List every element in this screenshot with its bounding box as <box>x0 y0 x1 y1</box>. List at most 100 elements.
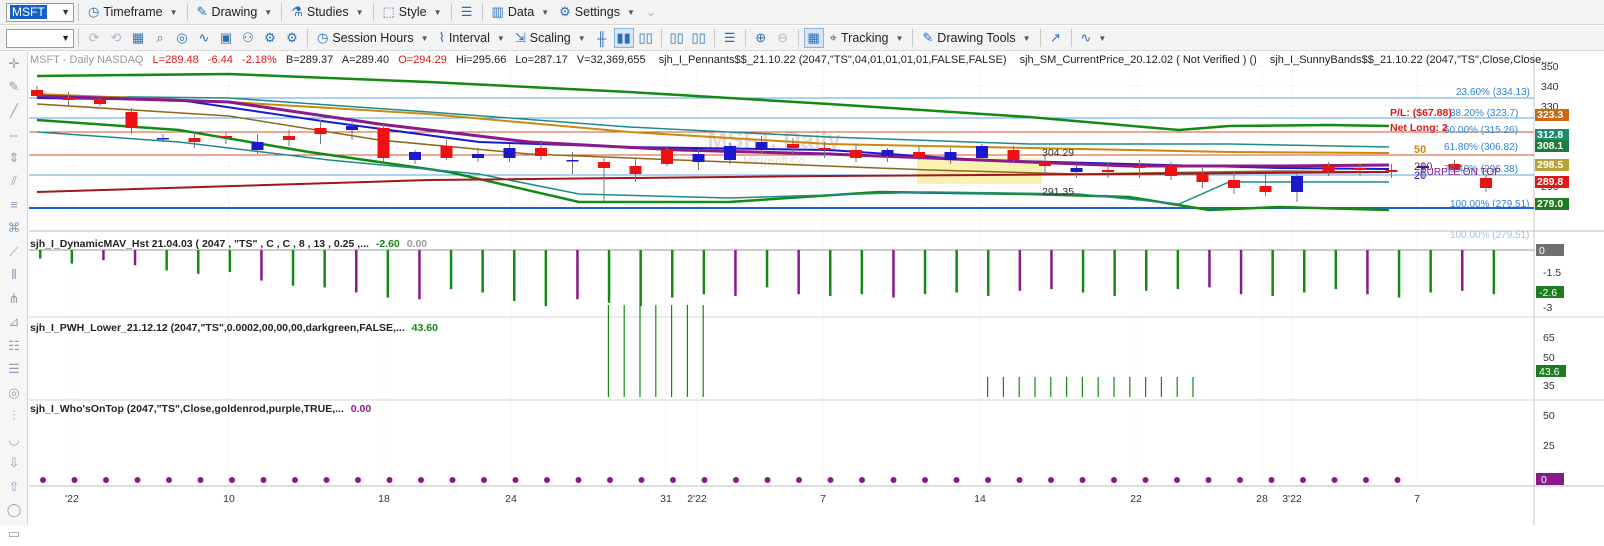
vertical-line-icon[interactable]: ⇕ <box>0 146 28 170</box>
fork-icon[interactable]: ⋔ <box>0 287 28 311</box>
drawing-button[interactable]: ✎ Drawing ▼ <box>192 2 278 23</box>
symbol-value: MSFT <box>10 5 47 19</box>
target-icon[interactable]: ◎ <box>172 28 192 48</box>
candle-body <box>1039 162 1051 166</box>
whos-on-top-dot <box>103 477 109 483</box>
refresh-icon[interactable]: ⟳ <box>84 28 104 48</box>
histogram-bar <box>1050 250 1053 290</box>
link-icon[interactable]: ⟲ <box>106 28 126 48</box>
candlestick-icon[interactable]: ▮▮ <box>613 28 634 48</box>
bar-style-icon[interactable]: ╫ <box>592 28 612 48</box>
candle-body <box>913 152 925 158</box>
chevron-down-icon: ▼ <box>355 7 364 17</box>
tracking-button[interactable]: ⌖ Tracking ▼ <box>825 28 909 49</box>
histogram-bar <box>639 250 642 307</box>
indicator-menu-button[interactable]: ∿ ▼ <box>1076 28 1112 49</box>
date-tick: 28 <box>1256 493 1268 505</box>
trend-icon[interactable]: ↗ <box>1046 28 1066 48</box>
pencil-icon[interactable]: ✎ <box>0 76 28 100</box>
stack-icon[interactable]: ☷ <box>0 334 28 358</box>
drawing-tools-label: Drawing Tools <box>937 31 1016 45</box>
settings-button[interactable]: ⚙ Settings ▼ <box>554 2 640 23</box>
hollow-candle-icon[interactable]: ▯▯ <box>636 28 656 48</box>
gann-icon[interactable]: ⊿ <box>0 311 28 335</box>
magnify-icon[interactable]: ⌕ <box>150 28 170 48</box>
arrow-up-icon[interactable]: ⇧ <box>0 475 28 499</box>
compress-bars-icon[interactable]: ▯▯ <box>667 28 687 48</box>
chevron-down-icon[interactable]: ▼ <box>61 33 70 43</box>
histogram-bar <box>260 250 263 281</box>
histogram-bar <box>1050 377 1052 397</box>
grid-select-icon[interactable]: ▦ <box>803 28 824 48</box>
whos-on-top-dot <box>71 477 78 483</box>
image-icon[interactable]: ▣ <box>216 28 236 48</box>
histogram-bar <box>1192 377 1194 397</box>
divider <box>713 29 715 47</box>
dynamic-mav-zero-tag-text: 0 <box>1539 245 1545 257</box>
candle-body <box>944 152 957 160</box>
grid-icon[interactable]: ▦ <box>128 28 148 48</box>
studies-button[interactable]: ⚗ Studies ▼ <box>286 2 368 23</box>
arrow-down-icon[interactable]: ⇩ <box>0 452 28 476</box>
cycle-icon[interactable]: ⫶ <box>0 405 28 429</box>
chevron-down-icon[interactable]: ▼ <box>61 7 70 17</box>
wave-icon[interactable]: ∿ <box>194 28 214 48</box>
candle-body <box>251 142 264 150</box>
histogram-bar <box>133 250 137 266</box>
whos-on-top-value: 0.00 <box>351 403 372 415</box>
chart-canvas[interactable]: MSFT - Daily NASDAQ L=289.48 -6.44 -2.18… <box>29 52 1604 525</box>
histogram-bar <box>1271 250 1274 296</box>
chart-area[interactable]: MSFT - Daily NASDAQ L=289.48 -6.44 -2.18… <box>29 52 1604 525</box>
ray-icon[interactable]: ⟋ <box>0 240 28 264</box>
pwh-last-tag-text: 43.6 <box>1539 366 1560 378</box>
pwh-tick: 35 <box>1543 380 1555 392</box>
panel-icon[interactable]: ☰ <box>720 28 740 48</box>
histogram-bar <box>1097 377 1099 397</box>
zoom-out-icon[interactable]: ⊖ <box>773 28 793 48</box>
scaling-button[interactable]: ⇲ Scaling ▼ <box>510 28 591 49</box>
session-hours-button[interactable]: ◷ Session Hours ▼ <box>312 28 434 49</box>
fib-extension-icon[interactable]: ☰ <box>0 358 28 382</box>
interval-button[interactable]: ⌇ Interval ▼ <box>434 28 510 49</box>
whos-on-top-dot <box>386 477 393 483</box>
drawing-tools-button[interactable]: ✎ Drawing Tools ▼ <box>917 28 1035 49</box>
whos-on-top-dot <box>607 477 613 483</box>
move-icon[interactable]: ✛ <box>0 52 28 76</box>
interval-input[interactable]: ▼ <box>6 28 74 48</box>
divider <box>1070 29 1072 47</box>
layout-icon[interactable]: ☰ <box>457 2 477 22</box>
pencil-icon: ✎ <box>196 4 208 19</box>
arc-icon[interactable]: ◡ <box>0 428 28 452</box>
histogram-bar <box>1129 377 1131 397</box>
symbol-input[interactable]: MSFT ▼ <box>6 2 74 22</box>
vertical-bars-icon[interactable]: ⦀ <box>0 264 28 288</box>
expand-bars-icon[interactable]: ▯▯ <box>689 28 709 48</box>
divider <box>660 29 662 47</box>
timeframe-button[interactable]: ◷ Timeframe ▼ <box>83 2 183 23</box>
horizontal-line-icon[interactable]: ⇔ <box>0 123 28 147</box>
chevron-down-icon: ▼ <box>895 33 904 43</box>
channel-icon[interactable]: ⫽ <box>0 170 28 194</box>
zoom-in-icon[interactable]: ⊕ <box>751 28 771 48</box>
overflow-icon[interactable]: ⌄ <box>641 2 661 22</box>
candle-body <box>62 98 75 100</box>
people-icon[interactable]: ⚇ <box>238 28 258 48</box>
data-button[interactable]: ▥ Data ▼ <box>487 2 555 23</box>
settings-box-icon[interactable]: ⚙ <box>282 28 302 48</box>
ellipse-icon[interactable]: ◯ <box>0 499 28 523</box>
candle-body <box>220 136 232 138</box>
candle-body <box>598 162 610 168</box>
fib-icon[interactable]: ⌘ <box>0 217 28 241</box>
rectangle-icon[interactable]: ▭ <box>0 522 28 546</box>
parallel-lines-icon[interactable]: ≡ <box>0 193 28 217</box>
whos-on-top-dot <box>481 477 487 483</box>
trendline-icon[interactable]: ╱ <box>0 99 28 123</box>
cog-grid-icon[interactable]: ⚙ <box>260 28 280 48</box>
histogram-bar <box>449 250 453 290</box>
pwh-title-text: sjh_I_PWH_Lower_21.12.12 (2047,"TS",0.00… <box>30 322 405 334</box>
spiral-icon[interactable]: ◎ <box>0 381 28 405</box>
divider <box>186 3 188 21</box>
date-tick: 10 <box>223 493 235 505</box>
style-button[interactable]: ⬚ Style ▼ <box>378 2 447 23</box>
divider <box>372 3 374 21</box>
